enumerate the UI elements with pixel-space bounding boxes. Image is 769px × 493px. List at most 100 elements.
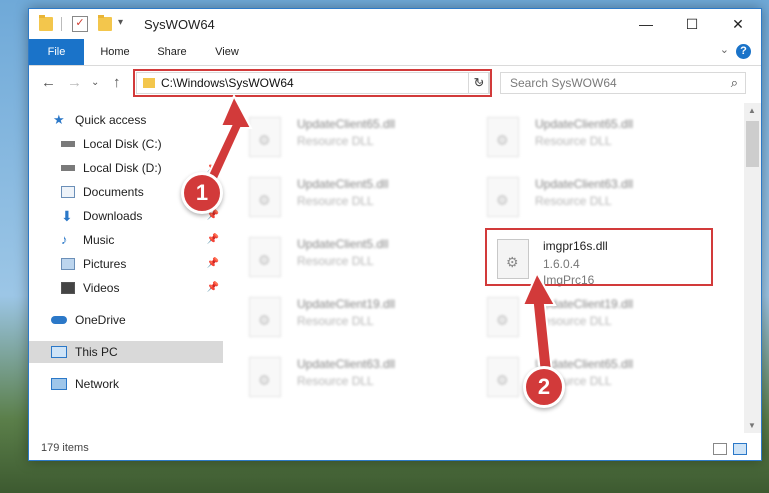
pin-icon[interactable]: 📌 [207, 282, 219, 293]
nav-item-label: Network [75, 377, 120, 391]
refresh-button[interactable]: ↻ [468, 72, 490, 94]
file-tile[interactable]: UpdateClient5.dll Resource DLL [231, 231, 461, 287]
file-tile[interactable]: UpdateClient65.dll Resource DLL [469, 351, 699, 407]
maximize-button[interactable]: ☐ [669, 9, 715, 39]
file-tile-highlighted[interactable]: imgpr16s.dll 1.6.0.4 ImgPrc16 [491, 231, 721, 287]
file-tile[interactable]: UpdateClient5.dll Resource DLL [231, 171, 461, 227]
dll-file-icon [487, 117, 519, 157]
nav-item-music[interactable]: ♪ Music 📌 [29, 229, 223, 251]
file-tile[interactable]: UpdateClient19.dll Resource DLL [231, 291, 461, 347]
download-icon: ⬇ [61, 208, 73, 224]
file-name: UpdateClient19.dll [535, 297, 634, 311]
nav-item-onedrive[interactable]: OneDrive [29, 309, 223, 331]
dll-file-icon [249, 237, 281, 277]
status-bar: 179 items [29, 437, 761, 461]
help-icon[interactable]: ? [736, 44, 751, 59]
pictures-icon [61, 258, 75, 270]
file-description: Resource DLL [297, 134, 374, 148]
vertical-scrollbar[interactable]: ▲ ▼ [744, 103, 761, 433]
up-button[interactable]: ↑ [113, 74, 121, 91]
tab-file[interactable]: File [29, 39, 84, 65]
nav-item-label: This PC [75, 345, 118, 359]
music-icon: ♪ [61, 232, 68, 247]
tiles-view-icon[interactable] [733, 443, 747, 455]
nav-item-label: Documents [83, 185, 144, 199]
file-name: UpdateClient65.dll [535, 117, 634, 131]
dll-file-icon [487, 357, 519, 397]
scrollbar-thumb[interactable] [746, 121, 759, 167]
close-button[interactable]: ✕ [715, 9, 761, 39]
step-1-badge: 1 [181, 172, 223, 214]
nav-item-videos[interactable]: Videos 📌 [29, 277, 223, 299]
file-name: UpdateClient19.dll [297, 297, 396, 311]
file-description: Resource DLL [535, 194, 612, 208]
nav-item-label: Local Disk (D:) [83, 161, 162, 175]
file-tile[interactable]: UpdateClient19.dll Resource DLL [469, 291, 699, 347]
file-name: UpdateClient5.dll [297, 177, 389, 191]
details-view-icon[interactable] [713, 443, 727, 455]
pin-icon[interactable]: 📌 [207, 258, 219, 269]
search-box[interactable]: Search SysWOW64 ⌕ [500, 72, 746, 94]
ribbon-expand-icon[interactable]: ⌄ [720, 43, 729, 56]
search-placeholder[interactable]: Search SysWOW64 [510, 76, 617, 90]
search-icon[interactable]: ⌕ [731, 75, 738, 91]
file-description: Resource DLL [535, 314, 612, 328]
nav-item-label: Music [83, 233, 115, 247]
item-count: 179 items [41, 442, 89, 454]
file-list: UpdateClient65.dll Resource DLL UpdateCl… [231, 103, 739, 433]
nav-item-label: Videos [83, 281, 120, 295]
computer-icon [51, 346, 67, 358]
back-button[interactable]: ← [41, 74, 56, 91]
file-tile[interactable]: UpdateClient63.dll Resource DLL [469, 171, 699, 227]
minimize-button[interactable]: — [623, 9, 669, 39]
address-bar[interactable]: C:\Windows\SysWOW64 ⌄ [136, 72, 489, 94]
network-icon [51, 378, 67, 390]
explorer-window: ✓ ▾ SysWOW64 — ☐ ✕ File Home Share View … [28, 8, 762, 461]
divider [61, 17, 62, 31]
nav-item-this-pc[interactable]: This PC [29, 341, 223, 363]
dll-file-icon [487, 177, 519, 217]
pin-icon[interactable]: 📌 [207, 162, 219, 173]
file-description: Resource DLL [297, 194, 374, 208]
pin-icon[interactable]: 📌 [207, 234, 219, 245]
dll-file-icon [249, 117, 281, 157]
nav-item-pictures[interactable]: Pictures 📌 [29, 253, 223, 275]
documents-icon [61, 186, 75, 198]
tab-view[interactable]: View [205, 39, 249, 65]
nav-item-label: Pictures [83, 257, 127, 271]
customize-toolbar-icon[interactable]: ▾ [118, 17, 132, 31]
navigation-bar: ← → ⌄ ↑ C:\Windows\SysWOW64 ⌄ ↻ Search S… [29, 66, 761, 100]
recent-locations-button[interactable]: ⌄ [91, 77, 99, 88]
dll-file-icon [249, 357, 281, 397]
scroll-up-icon[interactable]: ▲ [748, 106, 756, 115]
file-name: UpdateClient63.dll [297, 357, 396, 371]
address-path[interactable]: C:\Windows\SysWOW64 [161, 76, 294, 90]
onedrive-icon [51, 316, 67, 324]
star-icon: ★ [53, 112, 65, 127]
file-tile[interactable]: UpdateClient65.dll Resource DLL [469, 111, 699, 167]
nav-item-label: Local Disk (C:) [83, 137, 162, 151]
nav-item-local-disk-c[interactable]: Local Disk (C:) [29, 133, 223, 155]
tab-share[interactable]: Share [149, 39, 195, 65]
file-tile[interactable]: UpdateClient65.dll Resource DLL [231, 111, 461, 167]
file-description: Resource DLL [535, 134, 612, 148]
new-folder-icon[interactable] [98, 15, 112, 31]
navigation-pane: ★ Quick access Local Disk (C:) Local Dis… [29, 103, 223, 433]
file-description: Resource DLL [297, 254, 374, 268]
scroll-down-icon[interactable]: ▼ [748, 421, 756, 430]
tab-home[interactable]: Home [91, 39, 139, 65]
file-name: UpdateClient63.dll [535, 177, 634, 191]
drive-icon [61, 165, 75, 171]
file-name: imgpr16s.dll [543, 239, 608, 253]
file-description: Resource DLL [297, 374, 374, 388]
forward-button[interactable]: → [67, 74, 82, 91]
nav-item-network[interactable]: Network [29, 373, 223, 395]
nav-item-quick-access[interactable]: ★ Quick access [29, 109, 223, 131]
properties-icon[interactable]: ✓ [72, 16, 88, 32]
file-description: Resource DLL [297, 314, 374, 328]
drive-icon [61, 141, 75, 147]
file-tile[interactable]: UpdateClient63.dll Resource DLL [231, 351, 461, 407]
folder-icon [39, 15, 53, 31]
nav-item-label: Downloads [83, 209, 143, 223]
folder-icon [143, 78, 155, 88]
